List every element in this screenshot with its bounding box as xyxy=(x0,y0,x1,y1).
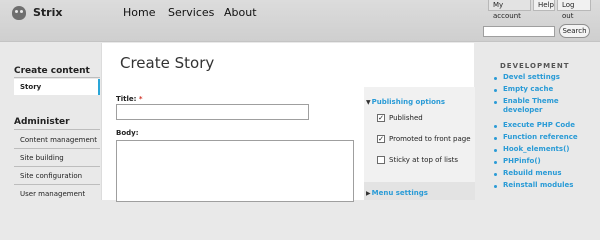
create-content-heading: Create content xyxy=(14,66,90,76)
sidebar-divider xyxy=(14,148,100,149)
main-content-panel: Create Story Title: * Body: ▼Publishing … xyxy=(101,43,475,202)
promoted-checkbox[interactable]: ✓ xyxy=(377,135,385,143)
help-tab[interactable]: Help xyxy=(533,0,555,11)
bullet-icon xyxy=(494,137,497,140)
published-checkbox[interactable]: ✓ xyxy=(377,114,385,122)
nav-about-link[interactable]: About xyxy=(224,6,257,19)
sidebar-item-user-management[interactable]: User management xyxy=(20,190,85,198)
my-account-tab[interactable]: My account xyxy=(488,0,531,20)
hook-elements-link[interactable]: Hook_elements() xyxy=(503,145,569,154)
sidebar-divider xyxy=(14,184,100,185)
bullet-icon xyxy=(494,101,497,104)
bullet-icon xyxy=(494,161,497,164)
rebuild-menus-link[interactable]: Rebuild menus xyxy=(503,169,562,178)
phpinfo-link[interactable]: PHPinfo() xyxy=(503,157,541,166)
sidebar-divider xyxy=(14,77,100,78)
bullet-icon xyxy=(494,185,497,188)
sidebar-item-site-building[interactable]: Site building xyxy=(20,154,64,162)
sticky-checkbox[interactable] xyxy=(377,156,385,164)
publishing-options-legend[interactable]: ▼Publishing options xyxy=(366,98,445,106)
page-title: Create Story xyxy=(120,54,215,72)
publishing-options-fieldset: ▼Publishing options ✓ Published ✓ Promot… xyxy=(364,87,475,200)
published-label: Published xyxy=(389,114,423,122)
owl-logo-icon[interactable] xyxy=(12,6,26,20)
sidebar-item-site-configuration[interactable]: Site configuration xyxy=(20,172,82,180)
body-textarea[interactable] xyxy=(116,140,354,202)
required-marker: * xyxy=(138,95,143,103)
menu-settings-legend[interactable]: ▶Menu settings xyxy=(366,189,428,197)
sidebar-item-story[interactable]: Story xyxy=(20,83,41,91)
triangle-down-icon: ▼ xyxy=(366,99,371,106)
bullet-icon xyxy=(494,89,497,92)
bullet-icon xyxy=(494,149,497,152)
sidebar-item-content-management[interactable]: Content management xyxy=(20,136,97,144)
bullet-icon xyxy=(494,77,497,80)
devel-settings-link[interactable]: Devel settings xyxy=(503,73,560,82)
empty-cache-link[interactable]: Empty cache xyxy=(503,85,553,94)
bullet-icon xyxy=(494,125,497,128)
administer-heading: Administer xyxy=(14,117,70,127)
nav-services-link[interactable]: Services xyxy=(168,6,214,19)
nav-home-link[interactable]: Home xyxy=(123,6,155,19)
function-reference-link[interactable]: Function reference xyxy=(503,133,578,142)
sidebar-divider xyxy=(14,129,100,130)
development-heading: DEVELOPMENT xyxy=(500,62,570,70)
body-label: Body: xyxy=(116,129,139,137)
bullet-icon xyxy=(494,173,497,176)
promoted-label: Promoted to front page xyxy=(389,135,471,143)
enable-theme-developer-link[interactable]: Enable Theme developer xyxy=(503,97,593,115)
title-field[interactable] xyxy=(116,104,309,120)
search-button[interactable]: Search xyxy=(559,24,590,38)
search-input[interactable] xyxy=(483,26,555,37)
site-name[interactable]: Strix xyxy=(33,6,62,19)
sidebar-divider xyxy=(14,166,100,167)
title-label: Title: * xyxy=(116,95,143,103)
triangle-right-icon: ▶ xyxy=(366,190,371,197)
log-out-tab[interactable]: Log out xyxy=(557,0,591,20)
sticky-label: Sticky at top of lists xyxy=(389,156,459,164)
reinstall-modules-link[interactable]: Reinstall modules xyxy=(503,181,573,190)
execute-php-code-link[interactable]: Execute PHP Code xyxy=(503,121,575,130)
